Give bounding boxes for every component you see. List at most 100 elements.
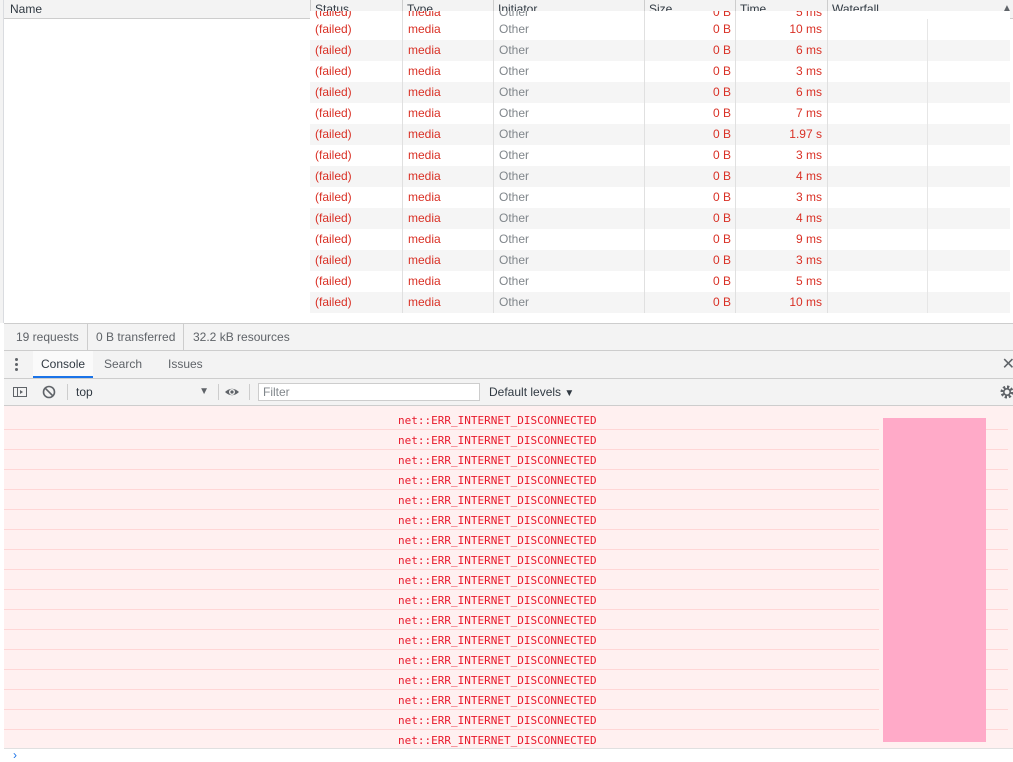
waterfall-gridline <box>927 124 928 145</box>
table-row[interactable]: (failed) media Other 0 B6 ms <box>310 40 1010 61</box>
console-error-message[interactable]: net::ERR_INTERNET_DISCONNECTED <box>4 670 879 690</box>
kebab-menu-icon[interactable] <box>15 358 19 372</box>
row-time: 4 ms <box>735 208 827 229</box>
table-row[interactable]: (failed) media Other 0 B9 ms <box>310 229 1010 250</box>
summary-requests: 19 requests <box>16 324 88 350</box>
row-type: media <box>402 19 493 40</box>
row-waterfall <box>827 208 1010 229</box>
table-row[interactable]: (failed) media Other 0 B7 ms <box>310 103 1010 124</box>
console-error-message[interactable]: net::ERR_INTERNET_DISCONNECTED <box>4 570 879 590</box>
table-row[interactable]: (failed) media Other 0 B5 ms <box>310 271 1010 292</box>
row-initiator: Other <box>493 103 644 124</box>
row-time: 3 ms <box>735 187 827 208</box>
row-waterfall <box>827 271 1010 292</box>
row-status: (failed) <box>315 295 352 309</box>
message-row-end <box>986 550 1008 570</box>
console-error-message[interactable]: net::ERR_INTERNET_DISCONNECTED <box>4 710 879 730</box>
column-header-name[interactable]: Name <box>0 0 310 18</box>
close-icon[interactable]: ✕ <box>1002 351 1013 378</box>
live-expression-eye-icon[interactable] <box>224 384 240 400</box>
console-error-message[interactable]: net::ERR_INTERNET_DISCONNECTED <box>4 450 879 470</box>
console-error-message[interactable]: net::ERR_INTERNET_DISCONNECTED <box>4 410 879 430</box>
console-error-message[interactable]: net::ERR_INTERNET_DISCONNECTED <box>4 470 879 490</box>
console-error-message[interactable]: net::ERR_INTERNET_DISCONNECTED <box>4 730 879 748</box>
waterfall-gridline <box>927 271 928 292</box>
gear-icon[interactable] <box>999 384 1013 400</box>
error-text: net::ERR_INTERNET_DISCONNECTED <box>398 474 597 487</box>
message-row-end <box>986 690 1008 710</box>
row-initiator: Other <box>493 40 644 61</box>
row-type: media <box>402 187 493 208</box>
console-filter-input[interactable] <box>258 383 480 401</box>
message-row-end <box>986 410 1008 430</box>
tab-search[interactable]: Search <box>96 351 150 378</box>
message-row-end <box>986 610 1008 630</box>
row-time: 3 ms <box>735 145 827 166</box>
row-waterfall <box>827 292 1010 313</box>
row-size: 0 B <box>644 145 735 166</box>
row-size: 0 B <box>644 271 735 292</box>
console-error-message[interactable]: net::ERR_INTERNET_DISCONNECTED <box>4 530 879 550</box>
chevron-down-icon: ▼ <box>199 386 209 397</box>
table-row[interactable]: (failed) media Other 0 B 10 ms <box>310 19 1010 40</box>
message-row-end <box>986 670 1008 690</box>
row-type: media <box>402 124 493 145</box>
error-text: net::ERR_INTERNET_DISCONNECTED <box>398 534 597 547</box>
console-messages: net::ERR_INTERNET_DISCONNECTED net::ERR_I… <box>4 406 1013 748</box>
row-initiator: Other <box>493 61 644 82</box>
console-error-message[interactable]: net::ERR_INTERNET_DISCONNECTED <box>4 510 879 530</box>
console-prompt[interactable]: › <box>4 748 1013 762</box>
console-error-message[interactable]: net::ERR_INTERNET_DISCONNECTED <box>4 690 879 710</box>
row-size: 0 B <box>644 40 735 61</box>
table-row[interactable]: (failed) media Other 0 B4 ms <box>310 208 1010 229</box>
row-size: 0 B <box>644 166 735 187</box>
row-size: 0 B <box>644 19 735 40</box>
row-initiator: Other <box>493 187 644 208</box>
console-error-message[interactable]: net::ERR_INTERNET_DISCONNECTED <box>4 590 879 610</box>
console-error-message[interactable]: net::ERR_INTERNET_DISCONNECTED <box>4 490 879 510</box>
network-rows: (failed) media Other 0 B 10 ms (failed) media O… <box>0 19 1013 323</box>
row-type: media <box>402 40 493 61</box>
table-row[interactable]: (failed) media Other 0 B3 ms <box>310 61 1010 82</box>
row-initiator: Other <box>493 19 644 40</box>
row-initiator: Other <box>493 82 644 103</box>
row-size: 0 B <box>644 61 735 82</box>
tab-console[interactable]: Console <box>33 351 94 378</box>
row-initiator: Other <box>493 124 644 145</box>
toolbar-separator <box>67 384 68 400</box>
clear-console-icon[interactable] <box>41 384 57 400</box>
row-waterfall <box>827 250 1010 271</box>
row-size: 0 B <box>644 292 735 313</box>
row-size: 0 B <box>644 82 735 103</box>
table-row[interactable]: (failed) media Other 0 B 1.97 s <box>310 124 1010 145</box>
row-waterfall <box>827 124 1010 145</box>
table-row[interactable]: (failed) media Other 0 B6 ms <box>310 82 1010 103</box>
row-type: media <box>402 61 493 82</box>
row-waterfall <box>827 145 1010 166</box>
waterfall-gridline <box>927 145 928 166</box>
error-text: net::ERR_INTERNET_DISCONNECTED <box>398 574 597 587</box>
table-row[interactable]: (failed) media Other 0 B3 ms <box>310 250 1010 271</box>
console-error-message[interactable]: net::ERR_INTERNET_DISCONNECTED <box>4 630 879 650</box>
sidebar-toggle-icon[interactable] <box>12 384 28 400</box>
network-summary-bar: 19 requests 0 B transferred 32.2 kB reso… <box>4 323 1013 351</box>
row-status: (failed) <box>315 22 352 36</box>
tab-issues[interactable]: Issues <box>160 351 211 378</box>
console-error-message[interactable]: net::ERR_INTERNET_DISCONNECTED <box>4 550 879 570</box>
highlight-block <box>883 418 986 742</box>
row-size: 0 B <box>644 124 735 145</box>
javascript-context-select[interactable]: top ▼ <box>76 379 209 405</box>
error-text: net::ERR_INTERNET_DISCONNECTED <box>398 414 597 427</box>
error-text: net::ERR_INTERNET_DISCONNECTED <box>398 714 597 727</box>
row-status: (failed) <box>315 253 352 267</box>
table-row[interactable]: (failed) media Other 0 B 10 ms <box>310 292 1010 313</box>
log-levels-dropdown[interactable]: Default levels ▼ <box>489 379 574 405</box>
error-text: net::ERR_INTERNET_DISCONNECTED <box>398 554 597 567</box>
console-error-message[interactable]: net::ERR_INTERNET_DISCONNECTED <box>4 650 879 670</box>
table-row[interactable]: (failed) media Other 0 B4 ms <box>310 166 1010 187</box>
console-error-message[interactable]: net::ERR_INTERNET_DISCONNECTED <box>4 430 879 450</box>
error-text: net::ERR_INTERNET_DISCONNECTED <box>398 614 597 627</box>
console-error-message[interactable]: net::ERR_INTERNET_DISCONNECTED <box>4 610 879 630</box>
table-row[interactable]: (failed) media Other 0 B3 ms <box>310 187 1010 208</box>
table-row[interactable]: (failed) media Other 0 B3 ms <box>310 145 1010 166</box>
